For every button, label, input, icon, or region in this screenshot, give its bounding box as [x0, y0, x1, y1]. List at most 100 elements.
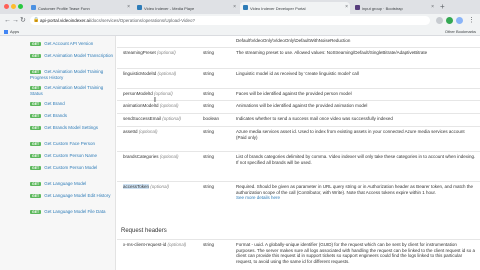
operations-sidebar: GET Get Account API Version GET Get Animati…	[0, 36, 116, 270]
lock-icon: 🔒	[33, 17, 40, 23]
http-method-badge: GET	[30, 165, 42, 171]
sidebar-operation-item[interactable]: GET Get Animation Model Training Status	[30, 85, 114, 96]
parameter-row: brandsCategories (optional) string List of…	[117, 151, 480, 180]
parameter-name: streamingPreset (optional)	[123, 50, 176, 56]
sidebar-operation-item[interactable]: GET Get Account API Version	[30, 41, 114, 47]
parameter-description: Animations will be identified against th…	[236, 103, 476, 109]
tab-title: Video Indexer Developer Portal	[250, 5, 306, 11]
http-method-badge: GET	[30, 193, 42, 199]
back-arrow-icon[interactable]: ←	[4, 16, 11, 25]
http-method-badge: GET	[30, 125, 42, 131]
parameter-description: Default\VideoOnly\VideoOnly\DefaultWithN…	[236, 38, 476, 44]
tab-title: Customer Profile Tease Funn	[38, 5, 90, 11]
tab-favicon-icon	[243, 5, 248, 10]
parameter-name: assetId (optional)	[123, 129, 158, 135]
tab-favicon-icon	[31, 5, 36, 10]
request-headers-title: Request headers	[121, 228, 167, 234]
header-type: string	[203, 242, 215, 247]
parameter-row: personModelId (optional) string Faces will…	[117, 88, 480, 100]
parameter-row: sendSuccessEmail (optional) boolean Indica…	[117, 113, 480, 125]
parameter-name-text: brandsCategories	[123, 154, 159, 159]
sidebar-operation-label: Get Animation Model Transcription	[44, 53, 113, 58]
parameter-type: string	[203, 71, 215, 76]
extension-icon[interactable]	[436, 17, 443, 24]
sidebar-operation-label: Get Account API Version	[44, 41, 94, 46]
extension-icon[interactable]	[446, 17, 453, 24]
parameter-type: string	[203, 154, 215, 159]
parameter-name-text: accessToken	[123, 184, 150, 189]
minimize-window-icon[interactable]	[11, 4, 16, 9]
parameter-description: Azure media services asset id. Used to i…	[236, 129, 476, 140]
browser-toolbar: ← → ↻ 🔒 api-portal.videoindexer.ai/docs/…	[0, 14, 480, 27]
sidebar-operation-label: Get Language Model	[44, 181, 87, 186]
parameter-row: animationModelId (optional) string Animati…	[117, 100, 480, 112]
browser-tab-active[interactable]: Video Indexer Developer Portal ×	[240, 2, 350, 14]
address-bar[interactable]: 🔒 api-portal.videoindexer.ai/docs/servic…	[30, 16, 430, 25]
zoom-window-icon[interactable]	[18, 4, 23, 9]
new-tab-icon[interactable]: +	[440, 2, 445, 12]
header-name-text: x-ms-client-request-id	[123, 242, 167, 247]
header-optional-label: (optional)	[167, 242, 187, 247]
sidebar-operation-item[interactable]: GET Get Brand	[30, 101, 114, 107]
parameter-description-text: The streaming preset to use. Allowed val…	[236, 50, 428, 55]
parameter-name: brandsCategories (optional)	[123, 154, 179, 160]
close-window-icon[interactable]	[4, 4, 9, 9]
apps-bookmark[interactable]: Apps	[4, 27, 19, 36]
url-host: api-portal.videoindexer.ai	[40, 18, 91, 23]
mouse-cursor-icon: I	[154, 97, 156, 104]
other-bookmarks[interactable]: Other Bookmarks	[445, 27, 476, 36]
sidebar-operation-item[interactable]: GET Get Animation Model Training Progress…	[30, 69, 114, 80]
sidebar-operation-label: Get Brands	[44, 113, 67, 118]
sidebar-operation-item[interactable]: GET Get Custom Person Name	[30, 153, 114, 159]
close-tab-icon[interactable]: ×	[431, 4, 434, 10]
url-path: /docs/services/Operations/operations/Upl…	[90, 18, 196, 23]
sidebar-operation-item[interactable]: GET Get Language Model File Data	[30, 209, 114, 215]
parameter-type: string	[203, 50, 215, 55]
close-tab-icon[interactable]: ×	[127, 4, 130, 10]
http-method-badge: GET	[30, 113, 42, 119]
sidebar-operation-item[interactable]: GET Get Brands Model Settings	[30, 125, 114, 131]
reload-icon[interactable]: ↻	[20, 16, 26, 25]
forward-arrow-icon[interactable]: →	[12, 16, 19, 25]
see-more-details-link[interactable]: See more details here	[236, 195, 280, 200]
profile-avatar-icon[interactable]	[456, 17, 463, 24]
parameter-description: Indicates whether to send a success mail…	[236, 116, 476, 122]
parameter-name: animationModelId (optional)	[123, 103, 179, 109]
parameter-optional-label: (optional)	[150, 184, 170, 189]
close-tab-icon[interactable]: ×	[345, 4, 348, 10]
sidebar-operation-label: Get Custom Person Name	[44, 153, 97, 158]
sidebar-operation-item[interactable]: GET Get Brands	[30, 113, 114, 119]
parameter-row: streamingPreset (optional) string The stre…	[117, 47, 480, 67]
parameter-optional-label: (optional)	[162, 116, 182, 121]
sidebar-operation-label: Get Custom Face Person	[44, 141, 95, 146]
header-row: x-ms-client-request-id (optional) string F…	[117, 239, 480, 270]
http-method-badge: GET	[30, 153, 42, 159]
tab-title: Video Indexer - Media Playe	[144, 5, 195, 11]
parameter-optional-label: (optional)	[157, 50, 176, 55]
sidebar-operation-item[interactable]: GET Get Custom Person Model	[30, 165, 114, 171]
parameter-description-text: List of brands categories delimited by c…	[236, 154, 476, 165]
sidebar-operation-item[interactable]: GET Get Language Model	[30, 181, 114, 187]
sidebar-operation-item[interactable]: GET Get Custom Face Person	[30, 141, 114, 147]
parameter-name: sendSuccessEmail (optional)	[123, 116, 181, 122]
http-method-badge: GET	[30, 181, 42, 187]
http-method-badge: GET	[30, 101, 42, 107]
parameter-name-text: sendSuccessEmail	[123, 116, 162, 121]
browser-tab[interactable]: Video Indexer - Media Playe ×	[134, 2, 238, 14]
parameter-name-text: linguisticModelId	[123, 71, 157, 76]
sidebar-operation-item[interactable]: GET Get Animation Model Transcription	[30, 53, 114, 59]
parameter-optional-label: (optional)	[159, 103, 179, 108]
browser-tab[interactable]: input group · Bootstrap ×	[352, 2, 436, 14]
parameter-description-text: Linguistic model id as received by 'crea…	[236, 71, 359, 76]
close-tab-icon[interactable]: ×	[233, 4, 236, 10]
browser-menu-icon[interactable]: ⋮	[468, 16, 475, 25]
apps-label: Apps	[10, 29, 20, 34]
parameter-row: linguisticModelId (optional) string Lingui…	[117, 68, 480, 87]
sidebar-operation-label: Get Language Model File Data	[44, 209, 106, 214]
parameter-name-text: personModelId	[123, 91, 153, 96]
parameter-name-text: streamingPreset	[123, 50, 156, 55]
sidebar-operation-item[interactable]: GET Get Language Model Edit History	[30, 193, 114, 199]
parameter-description: List of brands categories delimited by c…	[236, 154, 476, 165]
parameter-description-text: Animations will be identified against th…	[236, 103, 368, 108]
browser-tab[interactable]: Customer Profile Tease Funn ×	[28, 2, 132, 14]
